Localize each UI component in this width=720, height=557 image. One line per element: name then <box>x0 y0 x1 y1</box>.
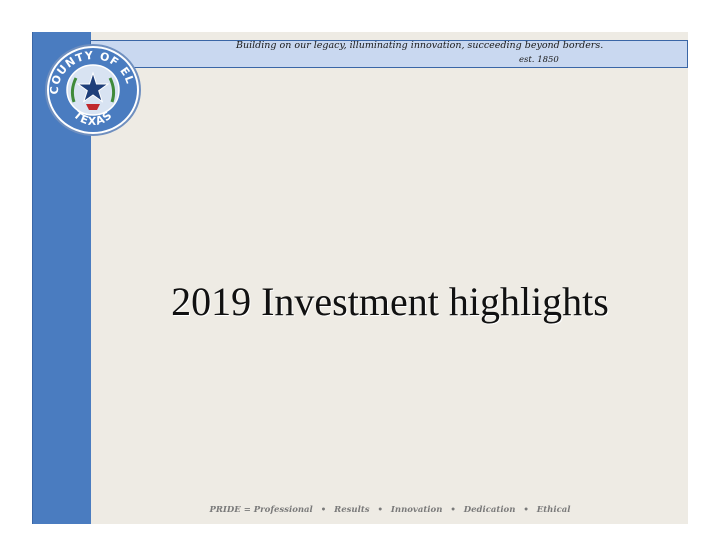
established-date: est. 1850 <box>519 55 559 65</box>
footer-separator: • <box>450 505 456 515</box>
footer-separator: • <box>320 505 327 515</box>
county-seal-logo: THE COUNTY OF EL PASO TEXAS <box>40 40 141 136</box>
footer-separator: • <box>523 505 529 515</box>
footer-label: PRIDE = Professional <box>209 505 313 515</box>
slide-title: 2019 Investment highlights <box>171 279 609 324</box>
footer-item-innovation: Innovation <box>390 505 443 515</box>
footer-pride-line: PRIDE = Professional • Results • Innovat… <box>92 505 688 515</box>
footer-separator: • <box>377 505 383 515</box>
footer-item-ethical: Ethical <box>536 505 571 515</box>
footer-item-dedication: Dedication <box>463 505 516 515</box>
footer-item-results: Results <box>334 505 370 515</box>
header-tagline: Building on our legacy, illuminating inn… <box>236 40 604 51</box>
